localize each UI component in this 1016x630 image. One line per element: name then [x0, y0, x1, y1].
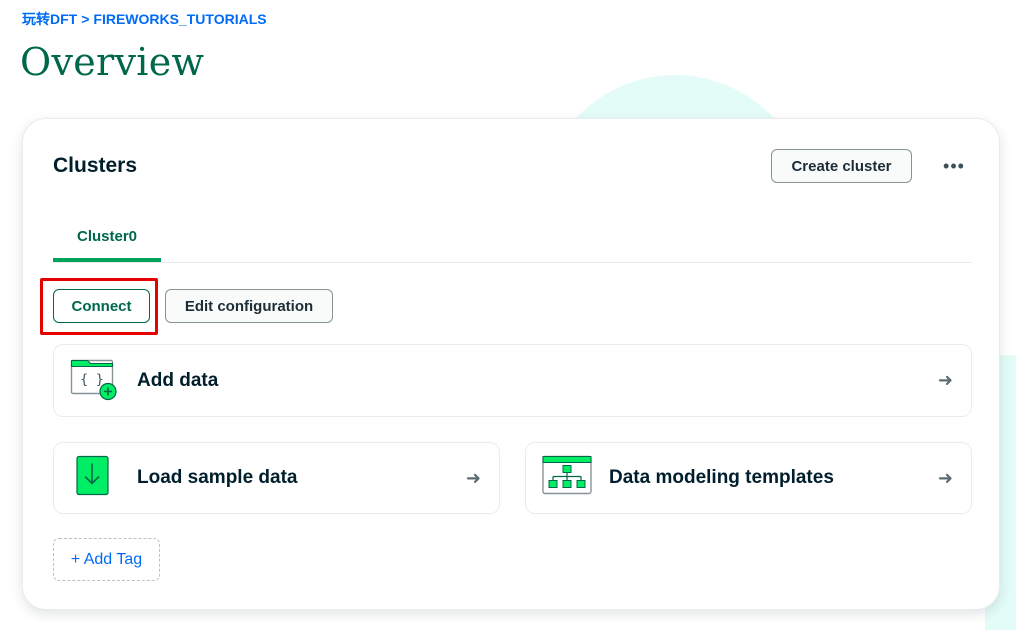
- add-tag-button[interactable]: + Add Tag: [53, 538, 160, 581]
- data-modeling-templates-tile[interactable]: Data modeling templates ➜: [525, 442, 972, 514]
- load-sample-data-icon: [70, 454, 112, 503]
- load-sample-data-tile[interactable]: Load sample data ➜: [53, 442, 500, 514]
- clusters-title: Clusters: [53, 154, 138, 177]
- svg-text:{ }: { }: [80, 372, 103, 387]
- tab-divider: [53, 262, 972, 263]
- create-cluster-button[interactable]: Create cluster: [771, 149, 912, 183]
- arrow-right-icon: ➜: [937, 467, 953, 488]
- data-modeling-templates-label: Data modeling templates: [609, 467, 834, 488]
- arrow-right-icon: ➜: [937, 370, 953, 390]
- page-title: Overview: [20, 40, 205, 84]
- tab-cluster0[interactable]: Cluster0: [53, 218, 161, 262]
- edit-configuration-button[interactable]: Edit configuration: [165, 289, 333, 323]
- add-data-icon: { }: [70, 355, 118, 406]
- add-data-tile[interactable]: { } Add data ➜: [53, 344, 972, 417]
- breadcrumb-org[interactable]: 玩转DFT: [22, 9, 77, 29]
- connect-button[interactable]: Connect: [53, 289, 150, 323]
- load-sample-data-label: Load sample data: [137, 467, 298, 488]
- breadcrumb-separator: >: [81, 11, 90, 27]
- data-modeling-icon: [542, 455, 592, 501]
- arrow-right-icon: ➜: [465, 467, 481, 488]
- breadcrumb: 玩转DFT > FIREWORKS_TUTORIALS: [22, 9, 267, 29]
- breadcrumb-project[interactable]: FIREWORKS_TUTORIALS: [93, 11, 266, 27]
- clusters-card: Clusters Create cluster ••• Cluster0 Con…: [22, 118, 1000, 610]
- add-data-label: Add data: [137, 369, 219, 391]
- more-options-icon[interactable]: •••: [938, 155, 970, 177]
